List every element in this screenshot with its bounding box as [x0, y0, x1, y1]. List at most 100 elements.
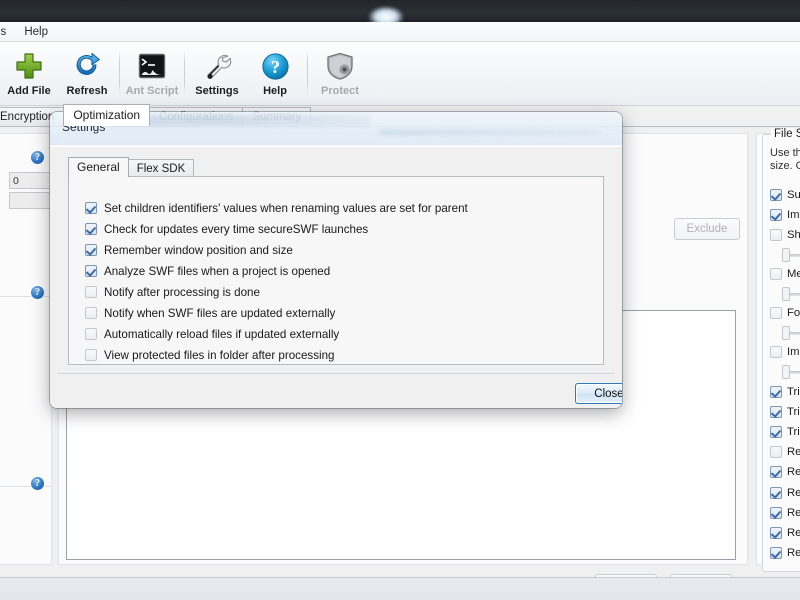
checkbox-unchecked-icon[interactable] — [770, 268, 782, 281]
settings-checkbox-label: Automatically reload files if updated ex… — [104, 327, 340, 341]
file-size-option-row[interactable]: Rem — [770, 546, 800, 561]
toolbar: Add File Refresh Ant Script Settings ? H… — [0, 42, 800, 106]
help-icon[interactable]: ? — [31, 477, 44, 490]
slider-thumb[interactable] — [782, 325, 790, 340]
settings-checkbox-row[interactable]: Notify after processing is done — [85, 284, 468, 300]
checkbox-unchecked-icon[interactable] — [85, 328, 97, 340]
dialog-tab-general[interactable]: General — [68, 157, 129, 177]
checkbox-unchecked-icon[interactable] — [85, 349, 97, 361]
left-options-panel: ? 0 ? ? — [0, 133, 52, 565]
secondary-input-field[interactable] — [9, 192, 51, 209]
checkbox-checked-icon[interactable] — [770, 385, 782, 398]
quality-slider[interactable] — [782, 247, 800, 262]
quality-slider[interactable] — [782, 325, 800, 340]
checkbox-checked-icon[interactable] — [85, 265, 97, 277]
menu-bar: ls Help — [0, 22, 800, 42]
numeric-input-field[interactable]: 0 — [9, 172, 51, 189]
checkbox-unchecked-icon[interactable] — [85, 286, 97, 298]
toolbar-button-ant-script[interactable]: Ant Script — [123, 47, 181, 103]
toolbar-button-add-file[interactable]: Add File — [0, 47, 58, 103]
file-size-option-list: Supe Imag Shap Merg Font Imag Trim Trim Trim Rem R… — [770, 187, 800, 566]
file-size-option-label: Rem — [787, 466, 800, 479]
settings-checkbox-row[interactable]: View protected files in folder after pro… — [85, 347, 468, 363]
checkbox-checked-icon[interactable] — [770, 486, 782, 499]
quality-slider[interactable] — [782, 286, 800, 301]
checkbox-unchecked-icon[interactable] — [770, 307, 782, 320]
console-icon — [138, 50, 166, 82]
file-size-option-row[interactable]: Imag — [770, 207, 800, 222]
question-icon: ? — [261, 50, 290, 82]
toolbar-button-refresh[interactable]: Refresh — [58, 47, 116, 103]
toolbar-separator — [307, 51, 308, 93]
settings-checkbox-list: Set children identifiers' values when re… — [85, 200, 468, 368]
settings-checkbox-row[interactable]: Set children identifiers' values when re… — [85, 200, 468, 216]
file-size-option-row[interactable]: Rem — [770, 525, 800, 540]
slider-thumb[interactable] — [782, 286, 790, 301]
checkbox-checked-icon[interactable] — [85, 223, 97, 235]
file-size-option-label: Merg — [787, 268, 800, 281]
checkbox-checked-icon[interactable] — [770, 208, 782, 221]
file-size-option-label: Trim — [787, 426, 800, 438]
file-size-option-row[interactable]: Rem — [770, 445, 800, 460]
toolbar-button-help[interactable]: ? Help — [246, 47, 304, 103]
checkbox-checked-icon[interactable] — [770, 426, 782, 438]
settings-checkbox-row[interactable]: Check for updates every time secureSWF l… — [85, 221, 468, 237]
file-size-description: Use the f size. Opti — [770, 147, 800, 173]
toolbar-label-help: Help — [263, 85, 287, 97]
file-size-option-label: Trim — [787, 385, 800, 398]
checkbox-unchecked-icon[interactable] — [770, 228, 782, 241]
shield-icon — [326, 50, 354, 82]
checkbox-checked-icon[interactable] — [85, 244, 97, 256]
settings-checkbox-label: Analyze SWF files when a project is open… — [104, 264, 331, 278]
file-size-option-row[interactable]: Trim — [770, 384, 800, 399]
settings-dialog: Settings General Flex SDK Set children i… — [50, 112, 622, 408]
settings-checkbox-label: Check for updates every time secureSWF l… — [104, 222, 369, 236]
file-size-option-row[interactable]: Rem — [770, 465, 800, 480]
file-size-option-row[interactable]: Merg — [770, 267, 800, 282]
dialog-tab-flex-sdk[interactable]: Flex SDK — [127, 159, 195, 177]
close-button[interactable]: Close — [575, 383, 622, 404]
checkbox-checked-icon[interactable] — [85, 202, 97, 214]
checkbox-checked-icon[interactable] — [770, 506, 782, 519]
settings-checkbox-row[interactable]: Notify when SWF files are updated extern… — [85, 305, 468, 321]
checkbox-checked-icon[interactable] — [770, 466, 782, 479]
slider-thumb[interactable] — [782, 247, 790, 262]
checkbox-unchecked-icon[interactable] — [85, 307, 97, 319]
checkbox-checked-icon[interactable] — [770, 405, 782, 418]
file-size-option-row[interactable]: Rem — [770, 505, 800, 520]
tab-optimization[interactable]: Optimization — [63, 104, 151, 126]
file-size-option-row[interactable]: Shap — [770, 227, 800, 242]
settings-checkbox-row[interactable]: Automatically reload files if updated ex… — [85, 326, 468, 342]
quality-slider[interactable] — [782, 365, 800, 380]
toolbar-button-settings[interactable]: Settings — [188, 47, 246, 103]
settings-checkbox-row[interactable]: Analyze SWF files when a project is open… — [85, 263, 468, 279]
file-size-option-row[interactable]: Trim — [770, 404, 800, 419]
file-size-option-row[interactable]: Supe — [770, 187, 800, 202]
file-size-option-row[interactable]: Trim — [770, 425, 800, 440]
exclude-button[interactable]: Exclude — [674, 218, 740, 240]
file-size-option-label: Rem — [787, 506, 800, 519]
toolbar-button-protect[interactable]: Protect — [311, 47, 369, 103]
checkbox-unchecked-icon[interactable] — [770, 446, 782, 459]
settings-checkbox-label: Set children identifiers' values when re… — [104, 201, 468, 215]
settings-checkbox-row[interactable]: Remember window position and size — [85, 242, 468, 258]
plus-icon — [14, 50, 44, 82]
checkbox-checked-icon[interactable] — [770, 547, 782, 560]
file-size-option-label: Rem — [787, 486, 800, 499]
checkbox-unchecked-icon[interactable] — [770, 346, 782, 359]
help-icon[interactable]: ? — [31, 151, 44, 164]
file-size-option-label: Trim — [787, 405, 800, 418]
checkbox-checked-icon[interactable] — [770, 526, 782, 539]
file-size-option-label: Shap — [787, 228, 800, 241]
file-size-option-row[interactable]: Imag — [770, 345, 800, 360]
menu-item-help[interactable]: Help — [16, 25, 56, 39]
checkbox-checked-icon[interactable] — [770, 188, 782, 201]
toolbar-separator — [184, 51, 185, 93]
menu-item-tools[interactable]: ls — [0, 25, 14, 39]
help-icon[interactable]: ? — [31, 286, 44, 299]
file-size-description-line-2: size. Opti — [770, 160, 800, 172]
slider-thumb[interactable] — [782, 365, 790, 380]
file-size-option-row[interactable]: Font — [770, 306, 800, 321]
file-size-option-label: Rem — [787, 526, 800, 539]
file-size-option-row[interactable]: Rem — [770, 485, 800, 500]
